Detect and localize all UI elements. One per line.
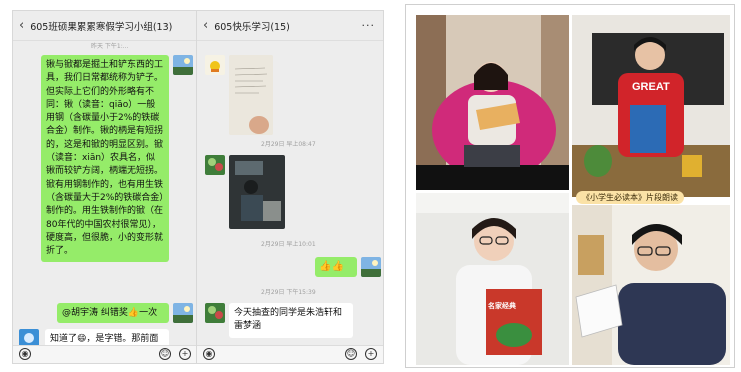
input-bar: ◉ ☺ + [13,345,196,363]
photo-message[interactable] [229,55,273,135]
timestamp: 2月29日 早上10:01 [261,241,316,248]
plus-icon[interactable]: + [179,348,191,360]
avatar[interactable] [173,55,193,75]
chat-message: 👍👍 [315,257,357,277]
photo-girl-book: 名家经典 [416,193,569,365]
back-icon[interactable]: ‹ [203,18,208,33]
photo-boy-great: GREAT [572,15,730,197]
chat-message: 今天抽查的同学是朱浩轩和雷梦涵 [229,303,353,338]
book-title: 名家经典 [488,302,516,310]
shirt-text: GREAT [632,81,670,93]
photo-girl-reading [416,15,569,190]
avatar[interactable] [205,303,225,323]
back-icon[interactable]: ‹ [19,18,24,33]
avatar[interactable] [205,55,225,75]
plus-icon[interactable]: + [365,348,377,360]
photo-collage: GREAT 《小学生必读本》片段朗读 名家经典 [405,4,735,368]
voice-icon[interactable]: ◉ [203,348,215,360]
chat-title: 605快乐学习(15) [214,21,290,33]
chat-header: ‹ 605班硕果累累寒假学习小组(13) [13,11,196,41]
chat-title: 605班硕果累累寒假学习小组(13) [30,21,173,33]
emoji-icon[interactable]: ☺ [345,348,357,360]
photo-boy-reading [572,205,730,365]
more-icon[interactable]: ··· [362,19,376,32]
timestamp: 昨天 下午1:... [91,43,129,50]
left-chat-window: ‹ 605班硕果累累寒假学习小组(13) 昨天 下午1:... 锹与锨都是掘土和… [12,10,197,364]
input-bar: ◉ ☺ + [197,345,383,363]
right-chat-window: ‹ 605快乐学习(15) ··· 2月29日 早上08:47 2月29日 早上… [196,10,384,364]
timestamp: 2月29日 下午15:39 [261,289,316,296]
avatar[interactable] [361,257,381,277]
photo-message[interactable] [229,155,285,229]
photo-caption: 《小学生必读本》片段朗读 [576,191,684,204]
avatar[interactable] [173,303,193,323]
avatar[interactable] [205,155,225,175]
chat-message: @胡宇涛 纠错奖👍一次 [57,303,169,323]
chat-message: 锹与锨都是掘土和铲东西的工具，我们日常都统称为铲子。但实际上它们的外形略有不同：… [41,55,169,263]
emoji-icon[interactable]: ☺ [159,348,171,360]
chat-header: ‹ 605快乐学习(15) ··· [197,11,383,41]
voice-icon[interactable]: ◉ [19,348,31,360]
timestamp: 2月29日 早上08:47 [261,141,316,148]
